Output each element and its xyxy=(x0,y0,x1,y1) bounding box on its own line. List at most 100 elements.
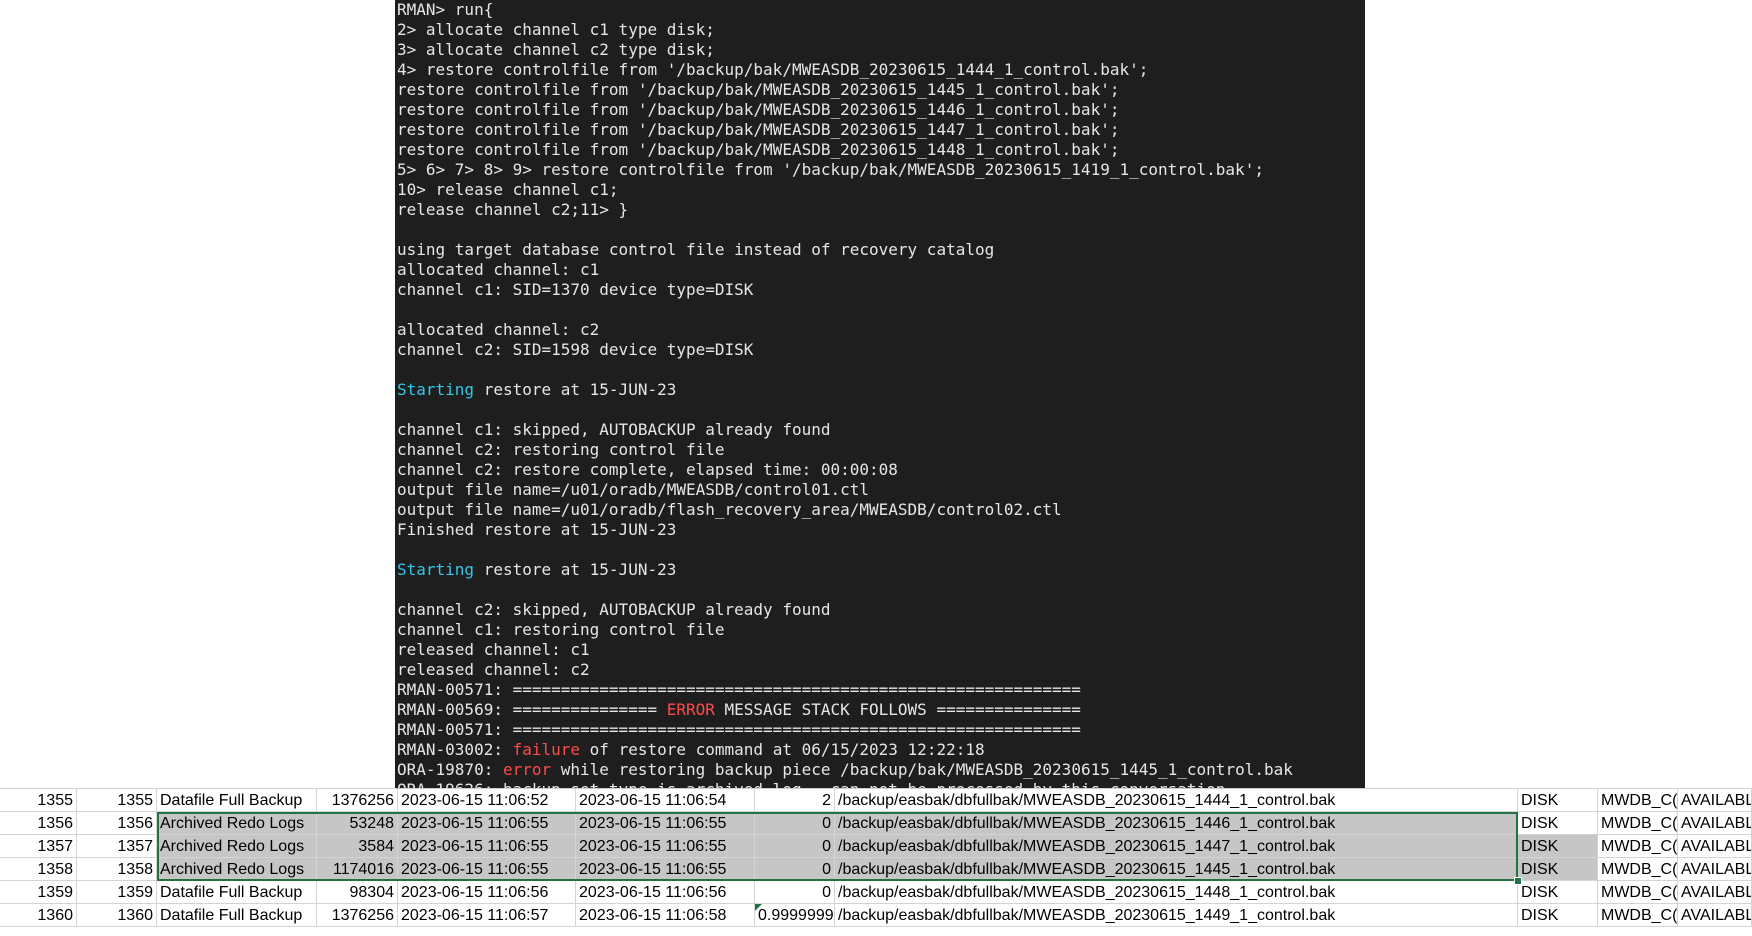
start-time-cell[interactable]: 2023-06-15 11:06:55 xyxy=(398,812,576,835)
terminal-line: Starting restore at 15-JUN-23 xyxy=(397,380,676,400)
terminal-text: released channel: c1 xyxy=(397,640,590,659)
table-row[interactable]: 1360 1360 Datafile Full Backup 1376256 2023-… xyxy=(0,904,1752,927)
backup-type-cell[interactable]: Archived Redo Logs xyxy=(157,858,317,881)
terminal-text: 5> 6> 7> 8> 9> restore controlfile from … xyxy=(397,160,1264,179)
terminal-text: RMAN> run{ xyxy=(397,0,494,19)
terminal-text: allocated channel: c1 xyxy=(397,260,600,279)
terminal-text: channel c2: restore complete, elapsed ti… xyxy=(397,460,898,479)
elapsed-cell[interactable]: 0.9999999 xyxy=(755,904,835,927)
terminal-text: using target database control file inste… xyxy=(397,240,995,259)
end-time-cell[interactable]: 2023-06-15 11:06:55 xyxy=(576,812,755,835)
table-row[interactable]: 1359 1359 Datafile Full Backup 98304 2023-06… xyxy=(0,881,1752,904)
backup-type-cell[interactable]: Datafile Full Backup xyxy=(157,881,317,904)
backup-id-cell[interactable]: 1359 xyxy=(77,881,157,904)
terminal-line: channel c1: restoring control file xyxy=(397,620,725,640)
size-cell[interactable]: 1174016 xyxy=(317,858,398,881)
size-cell[interactable]: 98304 xyxy=(317,881,398,904)
table-row[interactable]: 1358 1358 Archived Redo Logs 1174016 2023-06… xyxy=(0,858,1752,881)
db-name-cell[interactable]: MWDB_C( xyxy=(1598,789,1678,812)
error-indicator-icon[interactable] xyxy=(755,904,762,911)
row-number[interactable]: 1359 xyxy=(0,881,77,904)
terminal-line: ORA-19870: error while restoring backup … xyxy=(397,760,1293,780)
backup-type-cell[interactable]: Archived Redo Logs xyxy=(157,812,317,835)
backup-id-cell[interactable]: 1355 xyxy=(77,789,157,812)
fill-handle[interactable] xyxy=(1514,877,1522,885)
elapsed-cell[interactable]: 0 xyxy=(755,881,835,904)
end-time-cell[interactable]: 2023-06-15 11:06:55 xyxy=(576,835,755,858)
db-name-cell[interactable]: MWDB_C( xyxy=(1598,835,1678,858)
end-time-cell[interactable]: 2023-06-15 11:06:55 xyxy=(576,858,755,881)
piece-path-cell[interactable]: /backup/easbak/dbfullbak/MWEASDB_2023061… xyxy=(835,858,1518,881)
device-cell[interactable]: DISK xyxy=(1518,904,1598,927)
row-number[interactable]: 1360 xyxy=(0,904,77,927)
start-time-cell[interactable]: 2023-06-15 11:06:55 xyxy=(398,858,576,881)
terminal-line: channel c2: restoring control file xyxy=(397,440,725,460)
db-name-cell[interactable]: MWDB_C( xyxy=(1598,858,1678,881)
row-number[interactable]: 1355 xyxy=(0,789,77,812)
terminal-line: 3> allocate channel c2 type disk; xyxy=(397,40,715,60)
table-row[interactable]: 1357 1357 Archived Redo Logs 3584 2023-06-15… xyxy=(0,835,1752,858)
db-name-cell[interactable]: MWDB_C( xyxy=(1598,904,1678,927)
status-cell[interactable]: AVAILABLE xyxy=(1678,858,1752,881)
row-number[interactable]: 1356 xyxy=(0,812,77,835)
terminal-text: channel c2: SID=1598 device type=DISK xyxy=(397,340,754,359)
elapsed-cell[interactable]: 0 xyxy=(755,858,835,881)
terminal-line: released channel: c1 xyxy=(397,640,590,660)
status-cell[interactable]: AVAILABLE xyxy=(1678,812,1752,835)
end-time-cell[interactable]: 2023-06-15 11:06:54 xyxy=(576,789,755,812)
row-number[interactable]: 1358 xyxy=(0,858,77,881)
device-cell[interactable]: DISK xyxy=(1518,812,1598,835)
status-cell[interactable]: AVAILABLE xyxy=(1678,904,1752,927)
backup-id-cell[interactable]: 1356 xyxy=(77,812,157,835)
elapsed-cell[interactable]: 2 xyxy=(755,789,835,812)
terminal-keyword: Starting xyxy=(397,560,475,579)
size-cell[interactable]: 53248 xyxy=(317,812,398,835)
device-cell[interactable]: DISK xyxy=(1518,789,1598,812)
terminal-window[interactable]: RMAN> run{2> allocate channel c1 type di… xyxy=(395,0,1365,788)
db-name-cell[interactable]: MWDB_C( xyxy=(1598,881,1678,904)
elapsed-cell[interactable]: 0 xyxy=(755,812,835,835)
backup-id-cell[interactable]: 1360 xyxy=(77,904,157,927)
device-cell[interactable]: DISK xyxy=(1518,858,1598,881)
piece-path-cell[interactable]: /backup/easbak/dbfullbak/MWEASDB_2023061… xyxy=(835,904,1518,927)
terminal-line: RMAN-00571: ============================… xyxy=(397,720,1081,740)
terminal-line: Finished restore at 15-JUN-23 xyxy=(397,520,676,540)
terminal-line: channel c2: restore complete, elapsed ti… xyxy=(397,460,898,480)
backup-type-cell[interactable]: Archived Redo Logs xyxy=(157,835,317,858)
size-cell[interactable]: 1376256 xyxy=(317,904,398,927)
piece-path-cell[interactable]: /backup/easbak/dbfullbak/MWEASDB_2023061… xyxy=(835,789,1518,812)
piece-path-cell[interactable]: /backup/easbak/dbfullbak/MWEASDB_2023061… xyxy=(835,812,1518,835)
terminal-line: channel c2: SID=1598 device type=DISK xyxy=(397,340,753,360)
start-time-cell[interactable]: 2023-06-15 11:06:57 xyxy=(398,904,576,927)
table-row[interactable]: 1355 1355 Datafile Full Backup 1376256 2023-… xyxy=(0,789,1752,812)
start-time-cell[interactable]: 2023-06-15 11:06:56 xyxy=(398,881,576,904)
terminal-text: restore controlfile from '/backup/bak/MW… xyxy=(397,100,1120,119)
terminal-text: channel c1: skipped, AUTOBACKUP already … xyxy=(397,420,831,439)
size-cell[interactable]: 1376256 xyxy=(317,789,398,812)
start-time-cell[interactable]: 2023-06-15 11:06:55 xyxy=(398,835,576,858)
db-name-cell[interactable]: MWDB_C( xyxy=(1598,812,1678,835)
backup-id-cell[interactable]: 1358 xyxy=(77,858,157,881)
piece-path-cell[interactable]: /backup/easbak/dbfullbak/MWEASDB_2023061… xyxy=(835,835,1518,858)
end-time-cell[interactable]: 2023-06-15 11:06:56 xyxy=(576,881,755,904)
size-cell[interactable]: 3584 xyxy=(317,835,398,858)
table-row[interactable]: 1356 1356 Archived Redo Logs 53248 2023-06-1… xyxy=(0,812,1752,835)
end-time-cell[interactable]: 2023-06-15 11:06:58 xyxy=(576,904,755,927)
device-cell[interactable]: DISK xyxy=(1518,881,1598,904)
backup-type-cell[interactable]: Datafile Full Backup xyxy=(157,904,317,927)
start-time-cell[interactable]: 2023-06-15 11:06:52 xyxy=(398,789,576,812)
backup-id-cell[interactable]: 1357 xyxy=(77,835,157,858)
terminal-keyword: ERROR xyxy=(666,700,715,719)
status-cell[interactable]: AVAILABLE xyxy=(1678,789,1752,812)
spreadsheet-grid[interactable]: 1360 1360 Datafile Full Backup 1376256 2023-… xyxy=(0,788,1752,936)
terminal-text: channel c2: skipped, AUTOBACKUP already … xyxy=(397,600,831,619)
terminal-line: ORA-19626: backup set type is archived l… xyxy=(397,780,1225,788)
terminal-line: release channel c2;11> } xyxy=(397,200,628,220)
status-cell[interactable]: AVAILABLE xyxy=(1678,835,1752,858)
backup-type-cell[interactable]: Datafile Full Backup xyxy=(157,789,317,812)
row-number[interactable]: 1357 xyxy=(0,835,77,858)
status-cell[interactable]: AVAILABLE xyxy=(1678,881,1752,904)
device-cell[interactable]: DISK xyxy=(1518,835,1598,858)
piece-path-cell[interactable]: /backup/easbak/dbfullbak/MWEASDB_2023061… xyxy=(835,881,1518,904)
elapsed-cell[interactable]: 0 xyxy=(755,835,835,858)
